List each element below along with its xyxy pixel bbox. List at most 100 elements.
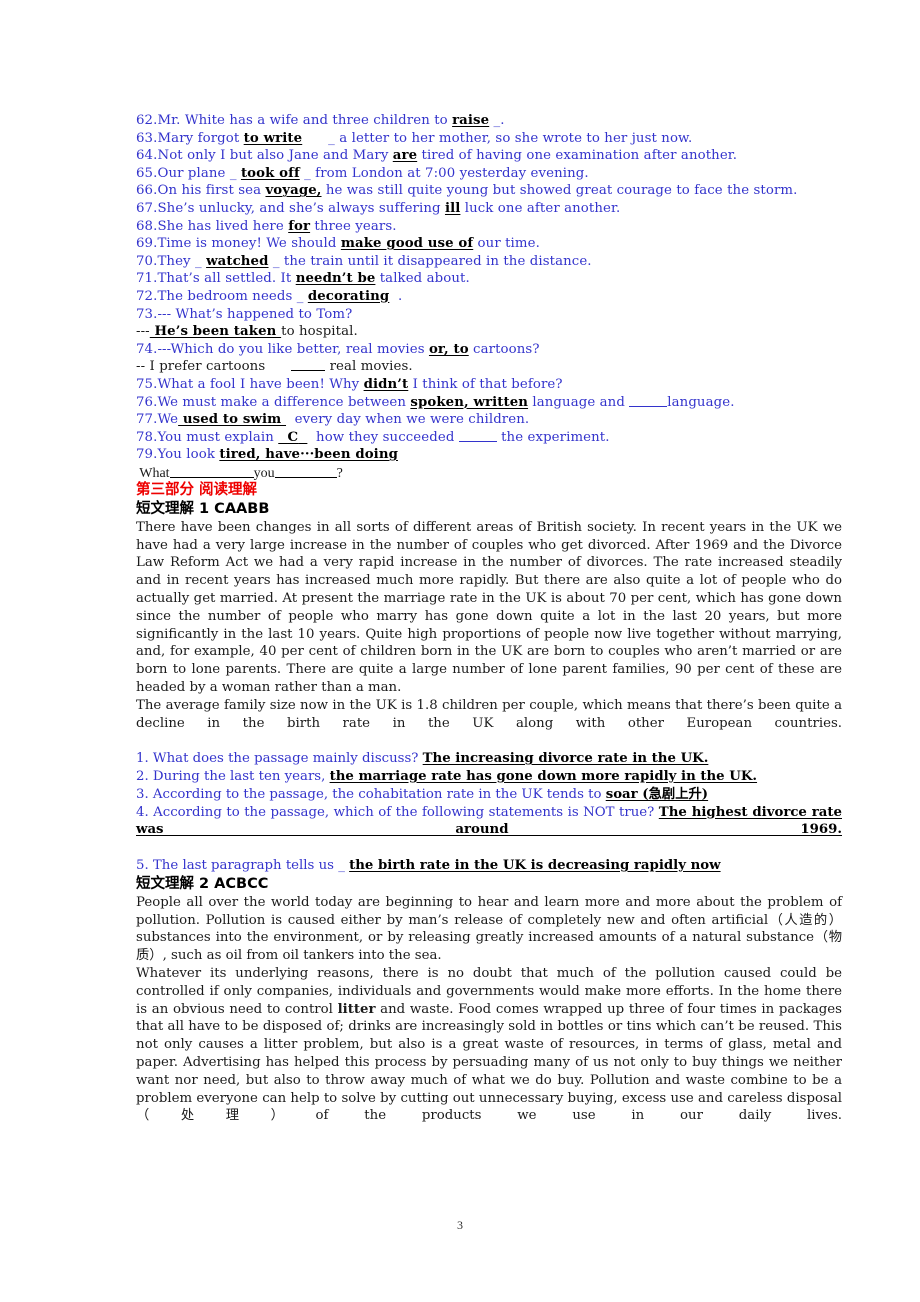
exercise-item-68: 68.She has lived here for three years.: [136, 218, 842, 236]
answer-blank: [629, 394, 668, 407]
exercise-text-pre: On his first sea: [157, 183, 266, 199]
exercise-text-pre: What a fool I have been! Why: [157, 376, 364, 392]
handwriting-you: you: [253, 465, 275, 481]
answer-blank: [291, 358, 326, 372]
question-answer: the birth rate in the UK is decreasing r…: [349, 858, 721, 874]
exercise-text-pre: ---Which do you like better, real movies: [157, 341, 429, 357]
exercise-text-post: tired of having one examination after an…: [417, 148, 738, 164]
exercise-item-76: 76.We must make a difference between spo…: [136, 394, 842, 412]
passage2-heading: 短文理解 2 ACBCC: [136, 875, 269, 892]
exercise-text-pre: Our plane _: [157, 165, 241, 181]
question-text: According to the passage, the cohabitati…: [148, 786, 606, 802]
exercise-text-post: our time.: [473, 236, 540, 252]
exercise-answer: He’s been taken: [149, 324, 282, 340]
exercise-text-post: .: [389, 288, 403, 304]
exercise-number: 79.: [136, 447, 158, 463]
question-answer: the marriage rate has gone down more rap…: [329, 769, 758, 785]
question-answer: The increasing divorce rate in the UK.: [422, 751, 709, 767]
exercise-item-75: 75.What a fool I have been! Why didn’t I…: [136, 376, 842, 394]
question-text: The last paragraph tells us _: [148, 858, 350, 874]
dash-prefix: ---: [136, 324, 150, 340]
exercise-item-73-reply: --- He’s been taken to hospital.: [136, 323, 842, 341]
exercise-text-post: three years.: [310, 218, 397, 234]
answer-blank: [274, 465, 337, 478]
exercise-answer: to write: [243, 130, 303, 146]
exercise-text-mid: language and: [528, 394, 630, 410]
exercise-number: 62.: [136, 113, 158, 128]
exercise-text-pre: She’s unlucky, and she’s always sufferin…: [157, 200, 445, 216]
exercise-text-post: the experiment.: [496, 429, 610, 445]
exercise-answer: tired, have···been doing: [219, 447, 398, 463]
exercise-item-79: 79.You look tired, have···been doing: [136, 446, 842, 464]
answer-blank: [458, 429, 497, 442]
exercise-item-65: 65.Our plane _ took off _ from London at…: [136, 165, 842, 183]
exercise-item-69: 69.Time is money! We should make good us…: [136, 235, 842, 253]
exercise-text-pre: You look: [157, 447, 220, 463]
passage1-question-1: 1. What does the passage mainly discuss?…: [136, 750, 842, 768]
exercise-text-pre: Time is money! We should: [157, 236, 341, 252]
exercise-number: 75.: [136, 376, 158, 392]
question-text: According to the passage, which of the f…: [148, 804, 659, 820]
exercise-item-70: 70.They _ watched _ the train until it d…: [136, 253, 842, 271]
question-answer: soar (急剧上升): [605, 786, 709, 802]
exercise-item-71: 71.That’s all settled. It needn’t be tal…: [136, 270, 842, 288]
document-page: 62.Mr. White has a wife and three childr…: [0, 0, 920, 1302]
page-number: 3: [457, 1218, 463, 1232]
exercise-answer: decorating: [307, 288, 390, 304]
exercise-text-pre: We must make a difference between: [157, 394, 411, 410]
exercise-number: 72.: [136, 288, 158, 304]
exercise-number: 66.: [136, 183, 158, 199]
exercise-text-post: _ the train until it disappeared in the …: [268, 253, 592, 269]
exercise-number: 65.: [136, 165, 158, 181]
exercise-text-pre: She has lived here: [157, 218, 289, 234]
exercise-text-pre: Mr. White has a wife and three children …: [157, 113, 453, 128]
exercise-answer: watched: [206, 253, 269, 269]
exercise-number: 78.: [136, 429, 158, 445]
exercise-item-73: 73.--- What’s happened to Tom?: [136, 306, 842, 324]
exercise-text-post: talked about.: [375, 271, 470, 287]
passage1-question-5: 5. The last paragraph tells us _ the bir…: [136, 857, 842, 875]
exercise-answer: or, to: [428, 341, 469, 357]
exercise-item-66: 66.On his first sea voyage, he was still…: [136, 182, 842, 200]
exercise-text-post: _.: [489, 113, 505, 128]
exercise-text-pre: They _: [157, 253, 207, 269]
exercise-answer: C: [287, 429, 299, 445]
exercise-number: 69.: [136, 236, 158, 252]
exercise-number: 63.: [136, 130, 158, 146]
exercise-number: 77.: [136, 412, 158, 428]
exercise-answer: needn’t be: [295, 271, 376, 287]
exercise-text-pre: You must explain: [157, 429, 279, 445]
question-text: During the last ten years,: [148, 769, 330, 785]
answer-blank: [169, 465, 254, 478]
exercise-item-74-reply: -- I prefer cartoons real movies.: [136, 358, 842, 376]
exercise-text-post: _ from London at 7:00 yesterday evening.: [299, 165, 589, 181]
exercise-number: 68.: [136, 218, 158, 234]
exercise-text-pre: That’s all settled. It: [157, 271, 296, 287]
exercise-answer: are: [392, 148, 418, 164]
question-number: 3.: [136, 786, 149, 802]
exercise-answer: used to swim: [178, 412, 287, 428]
exercise-text-post: _ a letter to her mother, so she wrote t…: [302, 130, 693, 146]
exercise-text-post: language.: [667, 394, 735, 410]
exercise-answer: voyage,: [265, 183, 322, 199]
exercise-text-post: cartoons?: [468, 341, 540, 357]
exercise-number: 70.: [136, 253, 158, 269]
passage2-paragraph-1: People all over the world today are begi…: [136, 894, 842, 964]
question-number: 4.: [136, 804, 149, 820]
exercise-text-pre: The bedroom needs _: [157, 288, 308, 304]
exercise-item-62: 62.Mr. White has a wife and three childr…: [136, 112, 842, 130]
exercise-answer: make good use of: [340, 236, 474, 252]
exercise-answer: spoken, written: [410, 394, 529, 410]
exercise-answer: ill: [444, 200, 461, 216]
exercise-list: 62.Mr. White has a wife and three childr…: [136, 112, 842, 483]
exercise-number: 74.: [136, 341, 158, 357]
exercise-text-post: he was still quite young but showed grea…: [321, 183, 798, 199]
exercise-number: 67.: [136, 200, 158, 216]
passage1-heading: 短文理解 1 CAABB: [136, 500, 270, 517]
passage1-question-3: 3. According to the passage, the cohabit…: [136, 786, 842, 804]
exercise-text-pre: Not only I but also Jane and Mary: [157, 148, 393, 164]
passage1-paragraph-1: There have been changes in all sorts of …: [136, 519, 842, 696]
exercise-text-pre: Mary forgot: [157, 130, 244, 146]
exercise-item-64: 64.Not only I but also Jane and Mary are…: [136, 147, 842, 165]
handwriting-qmark: ?: [336, 465, 343, 481]
